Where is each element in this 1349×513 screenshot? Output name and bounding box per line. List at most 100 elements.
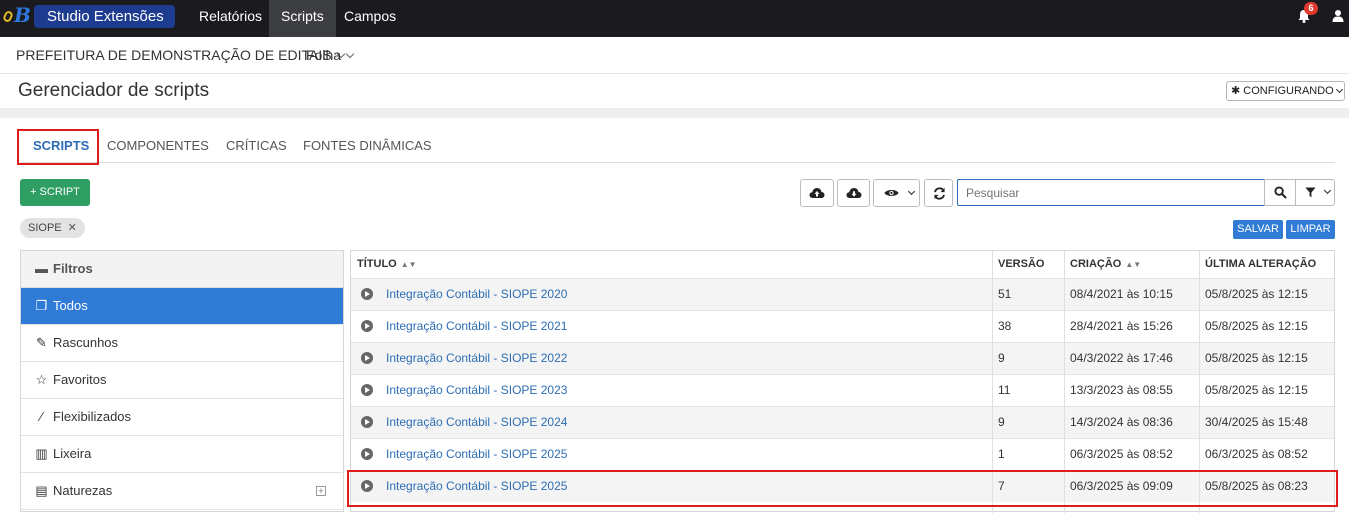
filter-chip[interactable]: SIOPE ✕ <box>20 218 85 238</box>
trash-icon: ▥ <box>35 446 48 461</box>
play-icon[interactable] <box>361 320 373 332</box>
filter-item-label: Lixeira <box>53 446 92 461</box>
chip-label: SIOPE <box>28 222 62 234</box>
play-icon[interactable] <box>361 352 373 364</box>
created-cell: 13/3/2023 às 08:55 <box>1070 383 1173 397</box>
highlight-box <box>347 470 1338 507</box>
script-title-link[interactable]: Integração Contábil - SIOPE 2024 <box>380 407 567 439</box>
filter-dropdown[interactable] <box>1295 179 1335 206</box>
refresh-button[interactable] <box>924 179 953 207</box>
entity-label: PREFEITURA DE DEMONSTRAÇÃO DE EDITAIS <box>16 47 332 63</box>
chevron-down-icon <box>907 187 916 196</box>
version-cell: 38 <box>998 319 1012 333</box>
close-icon[interactable]: ✕ <box>68 222 77 234</box>
filter-item-label: Todos <box>53 298 88 313</box>
add-script-button[interactable]: + SCRIPT <box>20 179 90 206</box>
column-label: TÍTULO <box>357 258 397 270</box>
version-cell: 9 <box>998 415 1005 429</box>
filter-item-naturezas[interactable]: ▤ Naturezas + <box>21 473 343 510</box>
entity-selector[interactable]: PREFEITURA DE DEMONSTRAÇÃO DE EDITAIS <box>16 47 345 63</box>
tab-fontes-dinamicas[interactable]: FONTES DINÂMICAS <box>303 130 432 163</box>
tab-bar: SCRIPTS COMPONENTES CRÍTICAS FONTES DINÂ… <box>20 130 1335 163</box>
column-header-versao: VERSÃO <box>992 251 1044 278</box>
script-title-link[interactable]: Integração Contábil - SIOPE 2020 <box>380 279 567 311</box>
configuring-dropdown[interactable]: ✱ CONFIGURANDO <box>1226 81 1345 101</box>
version-cell: 1 <box>998 447 1005 461</box>
context-bar: PREFEITURA DE DEMONSTRAÇÃO DE EDITAIS Fo… <box>0 37 1349 74</box>
tab-criticas[interactable]: CRÍTICAS <box>226 130 287 163</box>
script-title-link[interactable]: Integração Contábil - SIOPE 2021 <box>380 311 567 343</box>
column-label: VERSÃO <box>998 258 1045 270</box>
top-navbar: B Studio Extensões Relatórios Scripts Ca… <box>0 0 1349 37</box>
clear-button[interactable]: LIMPAR <box>1286 220 1335 239</box>
play-icon[interactable] <box>361 448 373 460</box>
filter-item-lixeira[interactable]: ▥ Lixeira <box>21 436 343 473</box>
filter-item-label: Favoritos <box>53 372 107 387</box>
magic-wand-icon: ⁄ <box>40 409 43 424</box>
search-button[interactable] <box>1264 179 1296 206</box>
user-icon[interactable] <box>1332 9 1344 23</box>
table-row[interactable]: Integração Contábil - SIOPE 2020 51 08/4… <box>351 278 1334 310</box>
script-title-link[interactable]: Integração Contábil - SIOPE 2022 <box>380 343 567 375</box>
column-header-titulo[interactable]: TÍTULO ▲▼ <box>351 251 417 278</box>
app-brand[interactable]: Studio Extensões <box>34 5 175 28</box>
column-header-ultima-alteracao[interactable]: ÚLTIMA ALTERAÇÃO▲▼ <box>1199 251 1334 296</box>
updated-cell: 05/8/2025 às 12:15 <box>1205 287 1308 301</box>
tab-componentes[interactable]: COMPONENTES <box>107 130 209 163</box>
sort-icon: ▲▼ <box>400 260 417 269</box>
configuring-label: CONFIGURANDO <box>1243 85 1334 97</box>
filter-icon <box>1305 187 1316 198</box>
module-selector[interactable]: Folha <box>306 47 355 63</box>
document-icon: ▤ <box>35 483 48 498</box>
filter-item-flexibilizados[interactable]: ⁄ Flexibilizados <box>21 399 343 436</box>
column-label: CRIAÇÃO <box>1070 258 1122 270</box>
filter-item-rascunhos[interactable]: ✎ Rascunhos <box>21 325 343 362</box>
table-row[interactable]: Integração Contábil - SIOPE 2024 9 14/3/… <box>351 406 1334 438</box>
created-cell: 14/3/2024 às 08:36 <box>1070 415 1173 429</box>
version-cell: 9 <box>998 351 1005 365</box>
updated-cell: 30/4/2025 às 15:48 <box>1205 415 1308 429</box>
filter-item-favoritos[interactable]: ☆ Favoritos <box>21 362 343 399</box>
filter-item-label: Rascunhos <box>53 335 119 350</box>
filters-heading-label: Filtros <box>53 261 93 276</box>
sort-icon: ▲▼ <box>1125 260 1142 269</box>
nav-campos[interactable]: Campos <box>332 0 408 37</box>
table-row[interactable]: Integração Contábil - SIOPE 2021 38 28/4… <box>351 310 1334 342</box>
column-header-criacao[interactable]: CRIAÇÃO ▲▼ <box>1064 251 1141 278</box>
visibility-dropdown[interactable] <box>873 179 920 207</box>
version-cell: 11 <box>998 383 1011 397</box>
created-cell: 06/3/2025 às 08:52 <box>1070 447 1173 461</box>
play-icon[interactable] <box>361 384 373 396</box>
pencil-icon: ✎ <box>36 335 47 350</box>
nav-scripts[interactable]: Scripts <box>269 0 336 37</box>
search-input[interactable] <box>957 179 1265 206</box>
version-cell: 51 <box>998 287 1012 301</box>
script-title-link[interactable]: Integração Contábil - SIOPE 2025 <box>380 439 567 471</box>
app-logo[interactable]: B <box>2 3 32 28</box>
table-row[interactable]: Integração Contábil - SIOPE 2025 1 06/3/… <box>351 438 1334 470</box>
filters-panel: ▬ Filtros ❐ Todos ✎ Rascunhos ☆ Favoritos ⁄ F… <box>20 250 344 512</box>
cloud-download-button[interactable] <box>837 179 870 207</box>
cloud-upload-button[interactable] <box>800 179 834 207</box>
title-bar: Gerenciador de scripts ✱ CONFIGURANDO <box>0 74 1349 108</box>
search-icon <box>1274 186 1287 199</box>
copy-icon: ❐ <box>35 298 48 313</box>
nav-relatorios[interactable]: Relatórios <box>187 0 274 37</box>
filter-item-todos[interactable]: ❐ Todos <box>21 288 343 325</box>
table-row[interactable]: Integração Contábil - SIOPE 2023 11 13/3… <box>351 374 1334 406</box>
chevron-down-icon <box>1335 85 1343 94</box>
table-row[interactable]: Integração Contábil - SIOPE 2022 9 04/3/… <box>351 342 1334 374</box>
script-title-link[interactable]: Integração Contábil - SIOPE 2023 <box>380 375 567 407</box>
created-cell: 04/3/2022 às 17:46 <box>1070 351 1173 365</box>
module-label: Folha <box>306 47 342 63</box>
play-icon[interactable] <box>361 416 373 428</box>
chevron-down-icon <box>1323 186 1332 195</box>
save-button[interactable]: SALVAR <box>1233 220 1283 239</box>
created-cell: 08/4/2021 às 10:15 <box>1070 287 1173 301</box>
highlight-box <box>17 129 99 165</box>
updated-cell: 06/3/2025 às 08:52 <box>1205 447 1308 461</box>
updated-cell: 05/8/2025 às 12:15 <box>1205 383 1308 397</box>
star-icon: ☆ <box>35 372 48 387</box>
play-icon[interactable] <box>361 288 373 300</box>
expand-icon[interactable]: + <box>316 486 326 496</box>
